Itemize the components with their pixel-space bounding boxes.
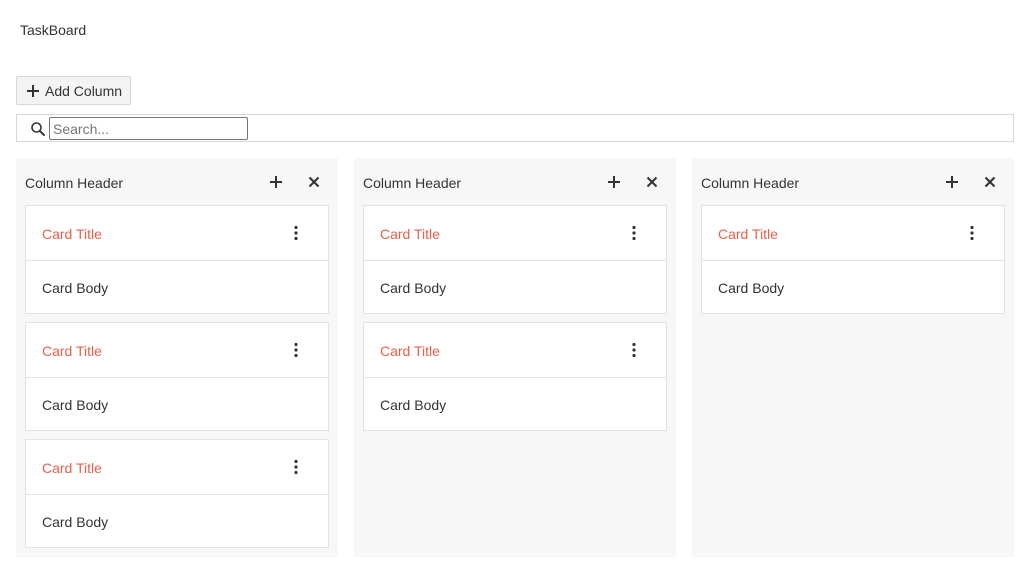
card-title-row: Card Title [26, 206, 328, 261]
task-card[interactable]: Card Title Card Body [25, 322, 329, 431]
card-menu-button[interactable] [964, 224, 980, 242]
column-add-card-button[interactable] [268, 174, 284, 190]
card-body: Card Body [364, 378, 666, 430]
column-add-card-button[interactable] [606, 174, 622, 190]
card-title-row: Card Title [364, 206, 666, 261]
search-icon [31, 122, 45, 136]
more-vertical-icon [970, 225, 974, 241]
card-body: Card Body [26, 495, 328, 547]
column-add-card-button[interactable] [944, 174, 960, 190]
card-body: Card Body [26, 378, 328, 430]
card-title-row: Card Title [702, 206, 1004, 261]
more-vertical-icon [632, 342, 636, 358]
card-body-text: Card Body [42, 280, 109, 296]
column-close-button[interactable] [306, 174, 322, 190]
card-title-row: Card Title [364, 323, 666, 378]
card-title: Card Title [42, 343, 102, 359]
search-bar [16, 114, 1014, 142]
column: Column Header Card Title Card Body Card Tit… [354, 158, 676, 557]
close-icon [984, 176, 996, 188]
card-menu-button[interactable] [288, 458, 304, 476]
add-column-button[interactable]: Add Column [16, 76, 131, 105]
close-icon [308, 176, 320, 188]
more-vertical-icon [294, 459, 298, 475]
column: Column Header Card Title Card Body Card Tit… [16, 158, 338, 557]
card-body-text: Card Body [380, 397, 447, 413]
more-vertical-icon [294, 342, 298, 358]
card-menu-button[interactable] [626, 341, 642, 359]
column-header: Column Header [363, 175, 462, 191]
plus-icon [27, 84, 39, 97]
card-title-row: Card Title [26, 323, 328, 378]
card-title: Card Title [380, 226, 440, 242]
card-body: Card Body [702, 261, 1004, 313]
task-card[interactable]: Card Title Card Body [363, 322, 667, 431]
search-input[interactable] [49, 117, 248, 140]
card-title: Card Title [380, 343, 440, 359]
card-title-row: Card Title [26, 440, 328, 495]
task-card[interactable]: Card Title Card Body [701, 205, 1005, 314]
column-header: Column Header [25, 175, 124, 191]
card-menu-button[interactable] [288, 341, 304, 359]
column-header: Column Header [701, 175, 800, 191]
app-title: TaskBoard [20, 22, 87, 38]
card-title: Card Title [42, 226, 102, 242]
card-body-text: Card Body [718, 280, 785, 296]
task-card[interactable]: Card Title Card Body [363, 205, 667, 314]
column-close-button[interactable] [982, 174, 998, 190]
card-title: Card Title [718, 226, 778, 242]
card-menu-button[interactable] [626, 224, 642, 242]
more-vertical-icon [632, 225, 636, 241]
card-body-text: Card Body [42, 397, 109, 413]
column: Column Header Card Title Card Body [692, 158, 1014, 557]
card-body-text: Card Body [42, 514, 109, 530]
card-body: Card Body [26, 261, 328, 313]
column-close-button[interactable] [644, 174, 660, 190]
task-card[interactable]: Card Title Card Body [25, 439, 329, 548]
card-body-text: Card Body [380, 280, 447, 296]
add-column-label: Add Column [45, 82, 123, 99]
task-card[interactable]: Card Title Card Body [25, 205, 329, 314]
close-icon [646, 176, 658, 188]
card-menu-button[interactable] [288, 224, 304, 242]
card-body: Card Body [364, 261, 666, 313]
card-title: Card Title [42, 460, 102, 476]
more-vertical-icon [294, 225, 298, 241]
